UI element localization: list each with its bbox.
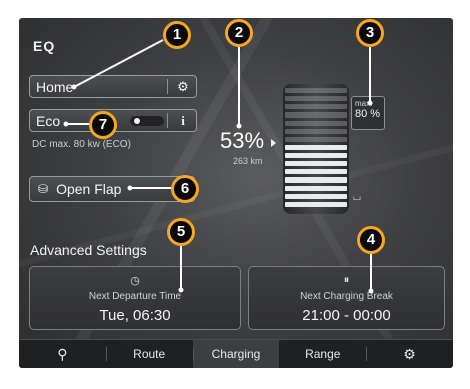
callout-5: 5 [167,218,195,246]
leader-dot-5 [178,287,184,293]
callout-2: 2 [225,19,253,47]
callout-leader-lines [63,39,374,294]
leader-dot-3 [367,100,373,106]
leader-dot-6 [127,185,133,191]
callout-4: 4 [357,226,385,254]
callout-1: 1 [163,21,191,49]
leader-dot-1 [71,84,77,90]
leader-line-1 [73,39,164,88]
leader-dot-4 [368,288,374,294]
callout-3: 3 [356,19,384,47]
callout-7: 7 [89,111,117,139]
callout-6: 6 [171,175,199,203]
leader-dot-2 [236,123,242,129]
leader-dot-7 [63,121,69,127]
